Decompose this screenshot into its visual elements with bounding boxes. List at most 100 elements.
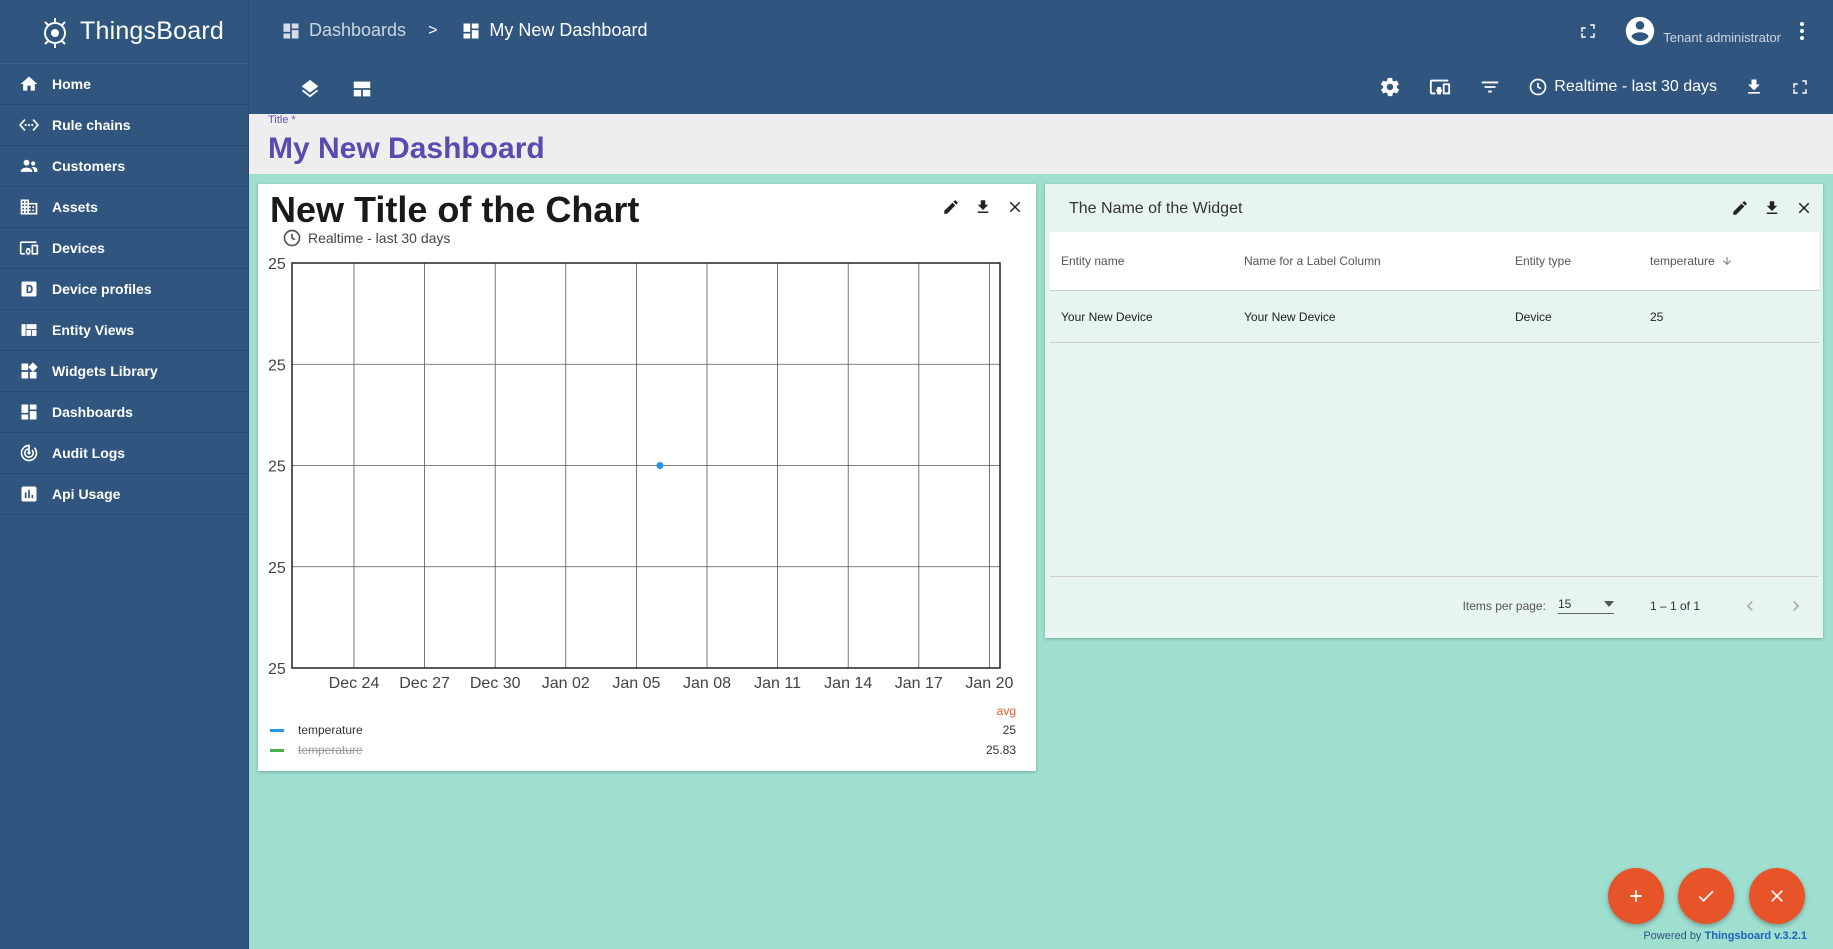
sidebar-item-widgets-library[interactable]: Widgets Library bbox=[0, 351, 248, 392]
table-widget-actions bbox=[1731, 199, 1813, 217]
breadcrumb: Dashboards > My New Dashboard bbox=[281, 20, 647, 41]
x-tick-label: Jan 02 bbox=[542, 675, 590, 692]
export-widget-button[interactable] bbox=[974, 198, 992, 216]
data-point bbox=[656, 462, 664, 469]
powered-by-prefix: Powered by bbox=[1643, 930, 1702, 942]
app-logo[interactable]: ThingsBoard bbox=[0, 0, 248, 64]
plus-icon bbox=[1630, 890, 1642, 902]
remove-widget-button[interactable] bbox=[1795, 199, 1813, 217]
x-tick-label: Jan 20 bbox=[965, 675, 1013, 692]
legend-swatch bbox=[270, 748, 284, 752]
layout-button[interactable] bbox=[351, 78, 373, 100]
apply-changes-fab[interactable] bbox=[1678, 868, 1734, 924]
user-role: Tenant administrator bbox=[1663, 29, 1781, 45]
items-per-page-select[interactable]: 15 bbox=[1557, 597, 1614, 614]
sidebar-item-entity-views[interactable]: Entity Views bbox=[0, 310, 248, 351]
export-button[interactable] bbox=[1744, 77, 1764, 97]
entities-table: Entity name Name for a Label Column Enti… bbox=[1050, 232, 1819, 343]
dashboards-icon bbox=[283, 23, 299, 38]
sidebar-item-label: Audit Logs bbox=[52, 445, 126, 461]
sidebar-item-dashboards[interactable]: Dashboards bbox=[0, 392, 248, 433]
account-circle-icon bbox=[1626, 16, 1655, 46]
sidebar-item-home[interactable]: Home bbox=[0, 64, 248, 105]
sidebar-item-device-profiles[interactable]: Device profiles bbox=[0, 269, 248, 310]
sidebar-item-devices[interactable]: Devices bbox=[0, 228, 248, 269]
chart-widget-actions bbox=[942, 198, 1024, 216]
title-field-value[interactable]: My New Dashboard bbox=[268, 132, 545, 166]
sidebar-item-audit-logs[interactable]: Audit Logs bbox=[0, 433, 248, 474]
legend-series-value: 25.83 bbox=[985, 743, 1016, 757]
view-stream-icon bbox=[353, 81, 371, 97]
dashboards-icon bbox=[463, 23, 479, 38]
previous-page-button[interactable] bbox=[1740, 596, 1760, 616]
settings-ethernet-icon bbox=[18, 114, 40, 136]
track-changes-icon bbox=[18, 442, 40, 464]
fullscreen-button[interactable] bbox=[1579, 22, 1597, 40]
filters-button[interactable] bbox=[1479, 76, 1501, 98]
paginator-range: 1 – 1 of 1 bbox=[1649, 598, 1700, 613]
decline-changes-fab[interactable] bbox=[1749, 868, 1805, 924]
column-header-label[interactable]: Name for a Label Column bbox=[1244, 254, 1515, 268]
more-menu-button[interactable] bbox=[1799, 21, 1805, 41]
powered-by-link[interactable]: Thingsboard v.3.2.1 bbox=[1705, 930, 1808, 942]
items-per-page-value: 15 bbox=[1557, 597, 1572, 611]
chevron-right-icon bbox=[1793, 600, 1800, 611]
fullscreen-icon bbox=[1793, 80, 1807, 94]
table-widget-title: The Name of the Widget bbox=[1069, 200, 1243, 217]
sidebar-item-customers[interactable]: Customers bbox=[0, 146, 248, 187]
legend-row[interactable]: temperature 25.83 bbox=[270, 741, 1016, 759]
sidebar-item-api-usage[interactable]: Api Usage bbox=[0, 474, 248, 515]
sidebar-item-label: Rule chains bbox=[52, 117, 131, 133]
settings-button[interactable] bbox=[1379, 76, 1401, 98]
device-profile-icon bbox=[18, 278, 40, 300]
sidebar-item-label: Device profiles bbox=[52, 281, 152, 297]
column-header-entity-type[interactable]: Entity type bbox=[1515, 254, 1650, 268]
edit-widget-button[interactable] bbox=[1731, 199, 1749, 217]
timewindow-label: Realtime - last 30 days bbox=[1554, 78, 1717, 95]
sidebar-item-assets[interactable]: Assets bbox=[0, 187, 248, 228]
timewindow-button[interactable]: Realtime - last 30 days bbox=[1528, 77, 1717, 97]
sidebar-item-label: Dashboards bbox=[52, 404, 133, 420]
table-paginator: Items per page: 15 1 – 1 of 1 bbox=[1050, 576, 1818, 634]
dashboard-toolbar-left bbox=[299, 78, 373, 100]
app-name: ThingsBoard bbox=[80, 17, 224, 45]
check-icon bbox=[1698, 890, 1714, 902]
x-tick-label: Jan 11 bbox=[754, 675, 801, 692]
layers-icon bbox=[301, 79, 319, 98]
avatar[interactable] bbox=[1623, 14, 1657, 48]
dashboard-title-field[interactable]: Title * My New Dashboard bbox=[249, 114, 1833, 174]
aliases-button[interactable] bbox=[1428, 76, 1452, 98]
breadcrumb-dashboards[interactable]: Dashboards bbox=[281, 20, 406, 41]
layers-button[interactable] bbox=[299, 78, 321, 100]
dashboard-fullscreen-button[interactable] bbox=[1791, 78, 1809, 96]
pencil-icon bbox=[944, 200, 958, 214]
y-tick-label: 25 bbox=[268, 256, 286, 273]
next-page-button[interactable] bbox=[1786, 596, 1806, 616]
export-widget-button[interactable] bbox=[1763, 199, 1781, 217]
chart-widget[interactable]: Dec 24 Dec 27 Dec 30 Jan 02 Jan 05 Jan 08 Jan … bbox=[258, 184, 1036, 771]
add-widget-fab[interactable] bbox=[1608, 868, 1664, 924]
items-per-page-label: Items per page: bbox=[1462, 598, 1546, 613]
insert-chart-icon bbox=[18, 483, 40, 505]
thingsboard-logo-icon bbox=[44, 17, 66, 48]
column-header-temperature-label: temperature bbox=[1650, 254, 1715, 268]
chart-title: New Title of the Chart bbox=[270, 189, 640, 230]
chevron-left-icon bbox=[1746, 600, 1753, 611]
pencil-icon bbox=[1733, 201, 1747, 215]
legend-row[interactable]: temperature 25 bbox=[270, 721, 1016, 739]
remove-widget-button[interactable] bbox=[1006, 198, 1024, 216]
x-tick-label: Dec 30 bbox=[470, 675, 521, 692]
table-row[interactable]: Your New Device Your New Device Device 2… bbox=[1050, 291, 1819, 343]
edit-widget-button[interactable] bbox=[942, 198, 960, 216]
legend-header-avg: avg bbox=[996, 704, 1016, 718]
legend-series-value: 25 bbox=[1002, 723, 1016, 737]
download-icon bbox=[1766, 201, 1778, 214]
download-icon bbox=[977, 200, 989, 213]
sidebar-item-rule-chains[interactable]: Rule chains bbox=[0, 105, 248, 146]
gear-icon bbox=[1381, 77, 1400, 97]
domain-icon bbox=[18, 196, 40, 218]
entities-table-widget[interactable]: The Name of the Widget Entity name Name … bbox=[1045, 184, 1823, 638]
column-header-temperature[interactable]: temperature bbox=[1650, 254, 1819, 268]
close-icon bbox=[1009, 201, 1021, 213]
column-header-entity-name[interactable]: Entity name bbox=[1050, 254, 1244, 268]
